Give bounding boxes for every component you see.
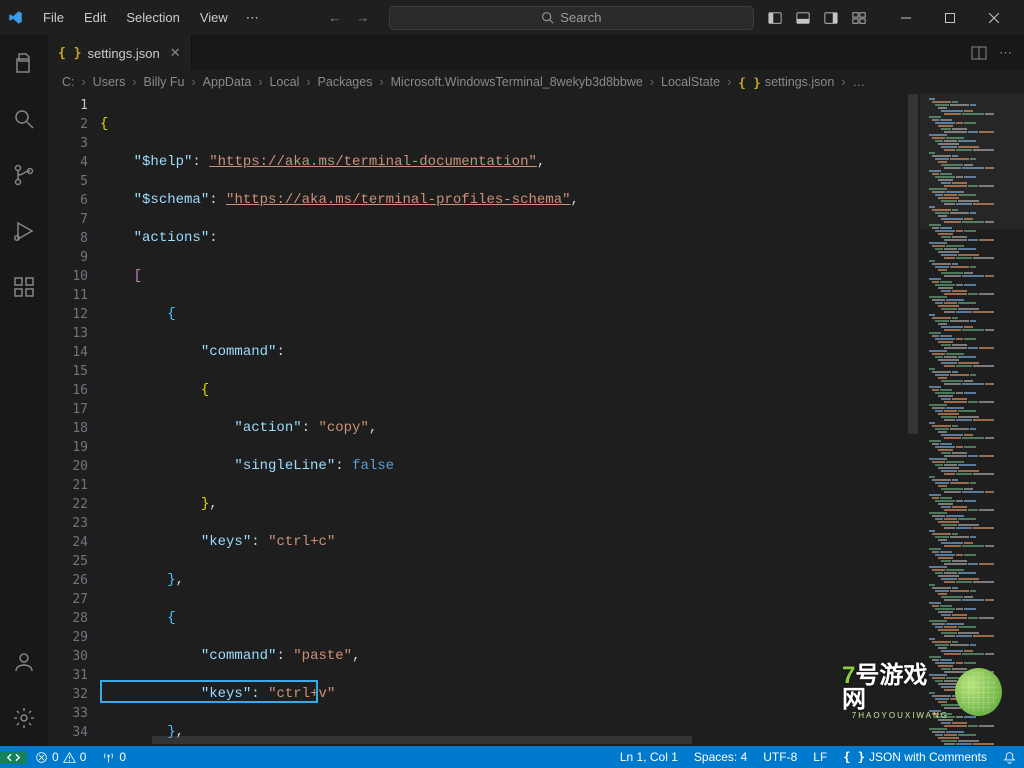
menu-file[interactable]: File bbox=[35, 6, 72, 29]
status-indentation[interactable]: Spaces: 4 bbox=[686, 750, 755, 764]
status-notifications[interactable] bbox=[995, 751, 1024, 764]
status-eol[interactable]: LF bbox=[805, 750, 835, 764]
breadcrumb[interactable]: Billy Fu bbox=[144, 75, 185, 89]
layout-left-icon[interactable] bbox=[768, 11, 782, 25]
warning-icon bbox=[63, 751, 76, 764]
breadcrumb[interactable]: Packages bbox=[318, 75, 373, 89]
activity-extensions[interactable] bbox=[0, 267, 48, 307]
breadcrumb[interactable]: Users bbox=[93, 75, 126, 89]
braces-icon: { } bbox=[843, 750, 865, 764]
tab-close-button[interactable]: ✕ bbox=[170, 45, 181, 61]
breadcrumb[interactable]: Microsoft.WindowsTerminal_8wekyb3d8bbwe bbox=[391, 75, 643, 89]
activity-source-control[interactable] bbox=[0, 155, 48, 195]
minimap[interactable]: // This inline script just draws decorat… bbox=[920, 94, 1024, 746]
search-icon bbox=[541, 11, 554, 24]
code-content[interactable]: { "$help": "https://aka.ms/terminal-docu… bbox=[100, 94, 920, 746]
vscode-logo-icon bbox=[8, 10, 23, 25]
breadcrumb[interactable]: … bbox=[852, 75, 865, 89]
breadcrumb[interactable]: settings.json bbox=[765, 75, 834, 89]
layout-customize-icon[interactable] bbox=[852, 11, 866, 25]
bell-icon bbox=[1003, 751, 1016, 764]
activity-explorer[interactable] bbox=[0, 43, 48, 83]
nav-forward-button[interactable]: → bbox=[351, 7, 375, 28]
layout-bottom-icon[interactable] bbox=[796, 11, 810, 25]
menu-view[interactable]: View bbox=[192, 6, 236, 29]
title-bar: File Edit Selection View ⋯ ← → Search bbox=[0, 0, 1024, 35]
window-maximize-button[interactable] bbox=[928, 0, 972, 35]
scrollbar-vertical[interactable] bbox=[906, 94, 920, 746]
activity-settings[interactable] bbox=[0, 698, 48, 738]
breadcrumbs[interactable]: C:› Users› Billy Fu› AppData› Local› Pac… bbox=[48, 70, 1024, 94]
tab-more-actions[interactable]: ⋯ bbox=[999, 45, 1012, 61]
radio-tower-icon bbox=[102, 751, 115, 764]
status-language-mode[interactable]: { } JSON with Comments bbox=[835, 750, 995, 764]
remote-indicator[interactable] bbox=[0, 751, 27, 764]
status-bar: 0 0 0 Ln 1, Col 1 Spaces: 4 UTF-8 LF { }… bbox=[0, 746, 1024, 768]
window-close-button[interactable] bbox=[972, 0, 1016, 35]
activity-accounts[interactable] bbox=[0, 642, 48, 682]
json-file-icon: { } bbox=[738, 75, 761, 90]
breadcrumb[interactable]: AppData bbox=[203, 75, 252, 89]
activity-search[interactable] bbox=[0, 99, 48, 139]
status-ports[interactable]: 0 bbox=[94, 750, 134, 764]
breadcrumb[interactable]: C: bbox=[62, 75, 75, 89]
remote-icon bbox=[7, 751, 20, 764]
activity-bar bbox=[0, 35, 48, 746]
menu-overflow[interactable]: ⋯ bbox=[240, 6, 265, 30]
breadcrumb[interactable]: LocalState bbox=[661, 75, 720, 89]
json-file-icon: { } bbox=[58, 46, 81, 61]
split-editor-icon[interactable] bbox=[971, 45, 987, 61]
activity-run-debug[interactable] bbox=[0, 211, 48, 251]
tab-settings-json[interactable]: { } settings.json ✕ bbox=[48, 35, 192, 70]
status-cursor-position[interactable]: Ln 1, Col 1 bbox=[612, 750, 686, 764]
editor-tabs: { } settings.json ✕ ⋯ bbox=[48, 35, 1024, 70]
scrollbar-horizontal[interactable] bbox=[152, 736, 802, 746]
window-minimize-button[interactable] bbox=[884, 0, 928, 35]
tab-label: settings.json bbox=[87, 46, 159, 61]
status-encoding[interactable]: UTF-8 bbox=[755, 750, 805, 764]
command-center-search[interactable]: Search bbox=[389, 6, 754, 30]
nav-back-button[interactable]: ← bbox=[323, 7, 347, 28]
search-placeholder: Search bbox=[560, 10, 601, 25]
error-icon bbox=[35, 751, 48, 764]
breadcrumb[interactable]: Local bbox=[269, 75, 299, 89]
line-numbers: 12345 678910 1112131415 1617181920 21222… bbox=[48, 94, 100, 746]
status-problems[interactable]: 0 0 bbox=[27, 750, 94, 764]
minimap-viewport[interactable] bbox=[920, 94, 1024, 229]
editor[interactable]: 12345 678910 1112131415 1617181920 21222… bbox=[48, 94, 1024, 746]
layout-right-icon[interactable] bbox=[824, 11, 838, 25]
menu-edit[interactable]: Edit bbox=[76, 6, 114, 29]
menu-selection[interactable]: Selection bbox=[118, 6, 187, 29]
